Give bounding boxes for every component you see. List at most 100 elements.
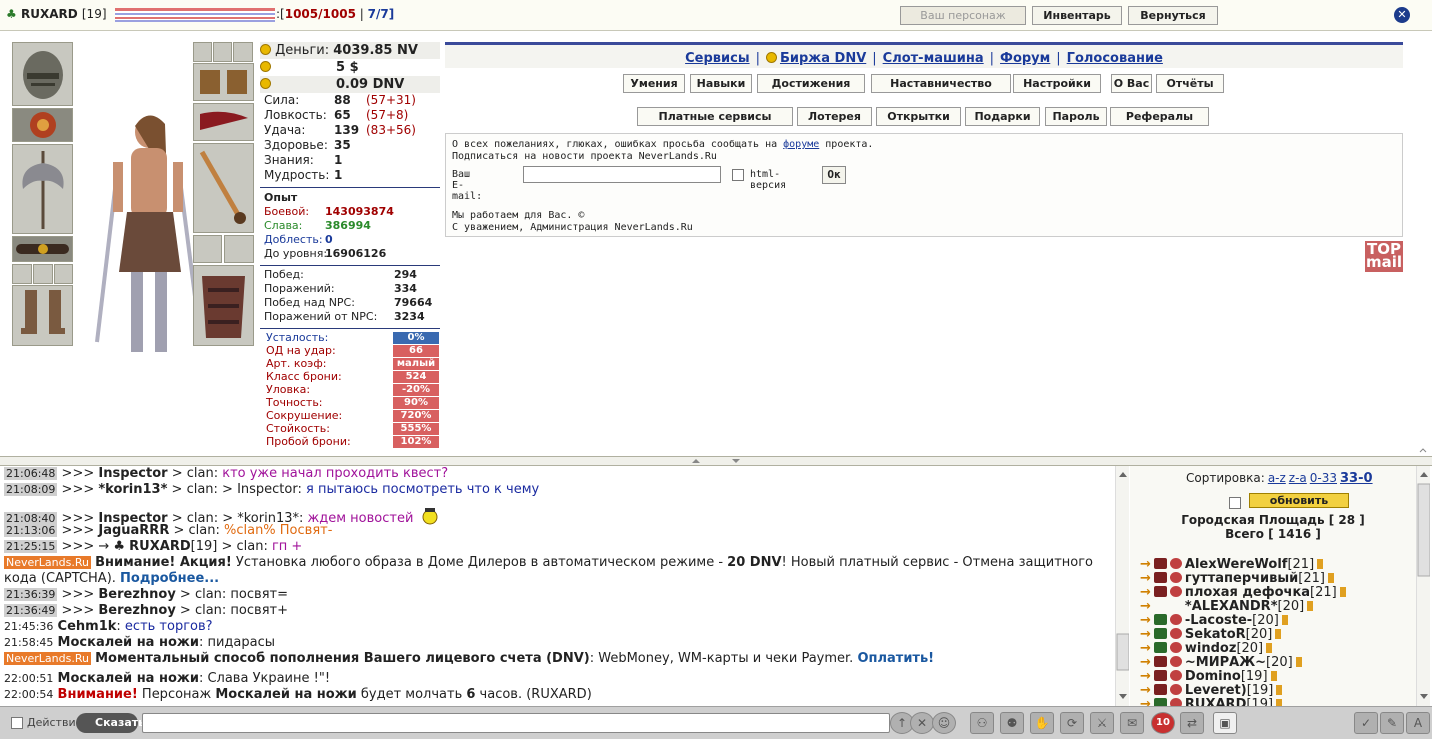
sort-za[interactable]: z-a	[1289, 471, 1307, 485]
say-button[interactable]: Сказать:	[76, 713, 150, 733]
chat-nick[interactable]: Cehm1k	[58, 619, 117, 634]
link-4[interactable]: Голосование	[1067, 51, 1163, 66]
private-arrow-icon[interactable]: →	[1140, 641, 1151, 656]
timestamp[interactable]: 22:00:54	[4, 688, 53, 701]
timestamp[interactable]: 21:13:06	[4, 524, 58, 537]
info-icon[interactable]	[1281, 615, 1288, 625]
armor-slot[interactable]	[193, 265, 254, 346]
timestamp[interactable]: 21:36:39	[4, 588, 58, 601]
belt-slot[interactable]	[12, 236, 73, 262]
edit-icon[interactable]: ✎	[1380, 712, 1404, 734]
speech-bubble-icon[interactable]: ✉	[1120, 712, 1144, 734]
link-1[interactable]: Биржа DNV	[780, 51, 866, 66]
menu-button[interactable]: Настройки	[1013, 74, 1101, 93]
timestamp[interactable]: 22:00:51	[4, 672, 53, 685]
chat-nick[interactable]: JaguaRRR	[98, 523, 169, 538]
private-arrow-icon[interactable]: →	[1140, 557, 1151, 572]
sort-az[interactable]: a-z	[1268, 471, 1286, 485]
user-name[interactable]: SekatoR	[1185, 627, 1246, 642]
private-arrow-icon[interactable]: →	[1140, 697, 1151, 707]
potion-slot-1[interactable]	[193, 42, 212, 62]
info-icon[interactable]	[1276, 685, 1283, 695]
menu-button[interactable]: Отчёты	[1156, 74, 1224, 93]
timestamp[interactable]: 21:36:49	[4, 604, 58, 617]
menu-button[interactable]: Навыки	[690, 74, 752, 93]
ring-slot-2[interactable]	[33, 264, 53, 284]
online-user[interactable]: → -Lacoste-[20]	[1140, 614, 1288, 628]
check-icon[interactable]: ✓	[1354, 712, 1378, 734]
bracers-slot[interactable]	[193, 103, 254, 141]
chat-nick[interactable]: RUXARD	[129, 539, 190, 554]
auto-refresh-checkbox[interactable]	[1229, 497, 1241, 509]
private-arrow-icon[interactable]: →	[1140, 571, 1151, 586]
boots-slot[interactable]	[12, 285, 73, 346]
menu-button[interactable]: Платные сервисы	[637, 107, 793, 126]
chat-nick[interactable]: Москалей на ножи	[58, 635, 199, 650]
action-checkbox[interactable]	[11, 717, 23, 729]
chat-nick[interactable]: Berezhnoy	[98, 603, 175, 618]
online-user[interactable]: → гуттаперчивый[21]	[1140, 572, 1334, 586]
online-user[interactable]: → *ALEXANDR*[20]	[1140, 599, 1314, 614]
chat-message-input[interactable]	[142, 713, 890, 733]
private-arrow-icon[interactable]: →	[1140, 683, 1151, 698]
menu-button[interactable]: Умения	[623, 74, 685, 93]
panel-splitter[interactable]	[0, 456, 1432, 466]
menu-button[interactable]: О Вас	[1111, 74, 1152, 93]
chat-scrollbar[interactable]	[1115, 466, 1129, 706]
menu-button[interactable]: Пароль	[1045, 107, 1107, 126]
chat-text[interactable]: Оплатить!	[857, 651, 934, 666]
menu-button[interactable]: Достижения	[757, 74, 865, 93]
ring-slot-4[interactable]	[193, 235, 222, 263]
online-user[interactable]: → RUXARD[19]	[1140, 697, 1283, 707]
hand-icon[interactable]: ✋	[1030, 712, 1054, 734]
page-scrollbar[interactable]	[1416, 32, 1430, 456]
timestamp[interactable]: 21:06:48	[4, 467, 58, 480]
ok-button[interactable]: Ок	[822, 166, 846, 184]
my-character-button[interactable]: Ваш персонаж	[900, 6, 1026, 25]
amulet-slot[interactable]	[12, 108, 73, 142]
info-icon[interactable]	[1317, 559, 1324, 569]
user-name[interactable]: windoz	[1185, 641, 1237, 656]
user-name[interactable]: Domino	[1185, 669, 1241, 684]
user-name[interactable]: гуттаперчивый	[1185, 571, 1298, 586]
html-version-checkbox[interactable]	[732, 169, 744, 181]
close-icon[interactable]: ✕	[1394, 7, 1410, 23]
private-arrow-icon[interactable]: →	[1140, 613, 1151, 628]
sort-33-0[interactable]: 33-0	[1340, 471, 1373, 486]
online-user[interactable]: → Leveret)[19]	[1140, 683, 1283, 698]
gloves-slot[interactable]	[193, 63, 254, 101]
menu-button[interactable]: Наставничество	[871, 74, 1011, 93]
link-2[interactable]: Слот-машина	[883, 51, 984, 66]
online-user[interactable]: → AlexWereWolf[21]	[1140, 557, 1324, 572]
online-user[interactable]: → Domino[19]	[1140, 670, 1277, 684]
timestamp[interactable]: 21:08:09	[4, 483, 58, 496]
lr-icon[interactable]: ⇄	[1180, 712, 1204, 734]
chat-nick[interactable]: 20 DNV	[727, 555, 781, 570]
chat-nick[interactable]: Inspector	[98, 466, 167, 481]
user-name[interactable]: Leveret)	[1185, 683, 1247, 698]
window-icon[interactable]: ▣	[1213, 712, 1237, 734]
private-arrow-icon[interactable]: →	[1140, 599, 1151, 614]
timestamp[interactable]: 21:25:15	[4, 540, 58, 553]
email-input[interactable]	[523, 166, 721, 183]
info-icon[interactable]	[1276, 699, 1283, 706]
sort-0-33[interactable]: 0-33	[1310, 471, 1337, 485]
ring-slot-1[interactable]	[12, 264, 32, 284]
counter-badge-icon[interactable]: 10	[1151, 712, 1175, 734]
private-arrow-icon[interactable]: →	[1140, 669, 1151, 684]
user-name[interactable]: -Lacoste-	[1185, 613, 1252, 628]
user-name[interactable]: RUXARD	[1185, 697, 1246, 707]
chat-nick[interactable]: Москалей на ножи	[215, 687, 356, 702]
offhand-slot[interactable]	[193, 143, 254, 233]
online-user[interactable]: → плохая дефочка[21]	[1140, 586, 1346, 600]
chat-nick[interactable]: есть торгов?	[125, 619, 213, 634]
user-name[interactable]: *ALEXANDR*	[1185, 599, 1278, 614]
online-user[interactable]: → SekatoR[20]	[1140, 627, 1282, 642]
smiles-icon[interactable]: ☺	[932, 712, 956, 734]
timestamp[interactable]: 21:58:45	[4, 636, 53, 649]
chat-nick[interactable]: Москалей на ножи	[58, 671, 199, 686]
inventory-button[interactable]: Инвентарь	[1032, 6, 1122, 25]
chat-nick[interactable]: Моментальный способ пополнения Вашего ли…	[95, 651, 590, 666]
chat-nick[interactable]: Berezhnoy	[98, 587, 175, 602]
potion-slot-2[interactable]	[213, 42, 232, 62]
